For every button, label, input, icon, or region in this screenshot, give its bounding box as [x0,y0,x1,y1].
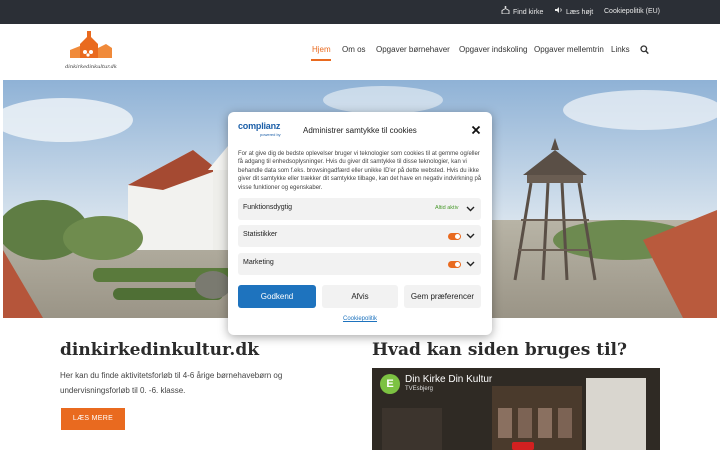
nav-item-early-school-tasks[interactable]: Opgaver indskoling [459,45,527,54]
chevron-down-icon[interactable] [466,205,475,213]
toggle-knob [455,234,460,239]
cookie-policy-top-link[interactable]: Cookiepolitik (EU) [604,0,660,24]
video-channel: TVEsbjerg [405,386,434,392]
speaker-icon [553,0,563,24]
consent-category-marketing[interactable]: Marketing [238,253,481,275]
logo-text: dinkirkedinkultur.dk [65,64,117,70]
category-name: Marketing [243,259,274,266]
toggle-knob [455,262,460,267]
read-aloud-link[interactable]: Læs højt [553,0,593,24]
brand-name: complianz [238,121,281,131]
category-name: Funktionsdygtig [243,204,293,211]
category-name: Statistikker [243,231,278,238]
deny-button[interactable]: Afvis [322,285,398,308]
always-active-label: Altid aktiv [435,205,459,211]
marketing-toggle[interactable] [448,261,461,268]
dialog-title: Administrer samtykke til cookies [303,126,417,135]
chevron-down-icon[interactable] [466,232,475,240]
nav-item-about[interactable]: Om os [342,45,366,54]
nav-item-links[interactable]: Links [611,45,630,54]
search-icon[interactable] [640,45,649,55]
find-church-link[interactable]: Find kirke [500,0,543,24]
utility-bar: Find kirke Læs højt Cookiepolitik (EU) [0,0,720,24]
active-nav-indicator [311,59,331,61]
church-icon [500,0,510,24]
nav-item-kindergarten-tasks[interactable]: Opgaver børnehaver [376,45,450,54]
site-title: dinkirkedinkultur.dk [60,340,259,360]
chevron-down-icon[interactable] [466,260,475,268]
video-embed[interactable]: E Din Kirke Din Kultur TVEsbjerg [372,368,660,450]
channel-logo: E [380,374,400,394]
consent-description: For at give dig de bedste oplevelser bru… [238,151,482,191]
section-title: Hvad kan siden bruges til? [372,340,627,360]
save-preferences-button[interactable]: Gem præferencer [404,285,481,308]
accept-button[interactable]: Godkend [238,285,316,308]
cookie-consent-dialog: complianz powered by Administrer samtykk… [228,112,492,335]
nav-item-home[interactable]: Hjem [312,45,331,54]
find-church-label: Find kirke [513,9,544,16]
complianz-logo: complianz powered by [238,121,290,139]
close-icon[interactable] [471,125,481,135]
church-logo-icon [70,31,112,58]
consent-category-functional[interactable]: Funktionsdygtig Altid aktiv [238,198,481,220]
brand-subtitle: powered by [260,132,281,137]
cookie-policy-link[interactable]: Cookiepolitik [228,316,492,322]
site-description: Her kan du finde aktivitetsforløb til 4-… [60,371,283,395]
read-aloud-label: Læs højt [566,9,594,16]
site-header: dinkirkedinkultur.dk Hjem Om os Opgaver … [0,24,720,80]
video-title[interactable]: Din Kirke Din Kultur [405,374,492,385]
statistics-toggle[interactable] [448,233,461,240]
consent-category-statistics[interactable]: Statistikker [238,225,481,247]
nav-item-middle-school-tasks[interactable]: Opgaver mellemtrin [534,45,604,54]
read-more-button[interactable]: LÆS MERE [61,408,125,430]
